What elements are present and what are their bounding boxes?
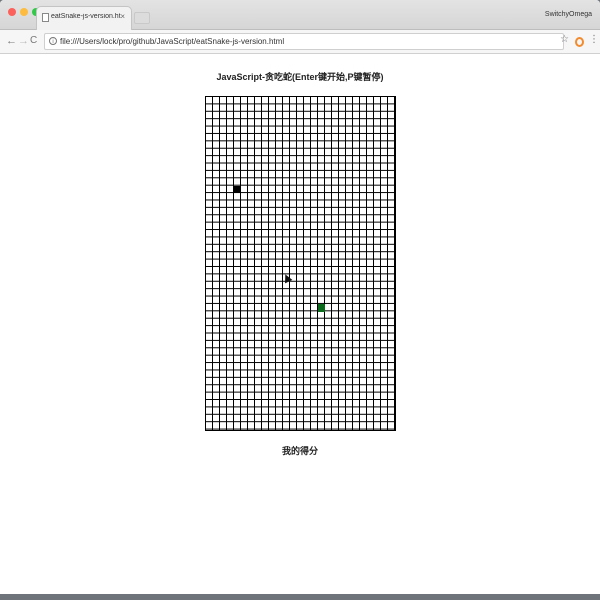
score-label: 我的得分 [281,446,318,456]
browser-window: eatSnake-js-version.html × SwitchyOmega … [0,0,600,594]
page-title: JavaScript-贪吃蛇(Enter键开始,P键暂停) [216,72,384,82]
browser-toolbar: ← → C i file:///Users/lock/pro/github/Ja… [0,30,600,54]
tab-title: eatSnake-js-version.html [51,13,121,20]
food-cell [318,304,325,312]
page-content: JavaScript-贪吃蛇(Enter键开始,P键暂停) 我的得分 [0,54,600,594]
reload-button[interactable]: C [30,35,37,47]
forward-button[interactable]: → [18,35,29,47]
address-bar[interactable]: i file:///Users/lock/pro/github/JavaScri… [44,33,564,50]
snake-segment [234,185,241,194]
info-icon[interactable]: i [49,37,57,45]
window-close-button[interactable] [8,8,16,16]
tab-close-icon[interactable]: × [120,12,125,21]
browser-tab[interactable]: eatSnake-js-version.html × [36,6,132,30]
extension-icon[interactable] [575,37,584,47]
game-board[interactable] [205,96,396,431]
profile-name[interactable]: SwitchyOmega [545,11,592,18]
file-icon [42,13,49,22]
url-text[interactable]: file:///Users/lock/pro/github/JavaScript… [60,37,284,46]
menu-icon[interactable]: ⋮ [589,34,599,46]
back-button[interactable]: ← [6,35,17,47]
bookmark-star-icon[interactable]: ☆ [560,34,569,46]
tab-bar: eatSnake-js-version.html × SwitchyOmega [0,0,600,30]
new-tab-button[interactable] [134,12,150,24]
window-minimize-button[interactable] [20,8,28,16]
